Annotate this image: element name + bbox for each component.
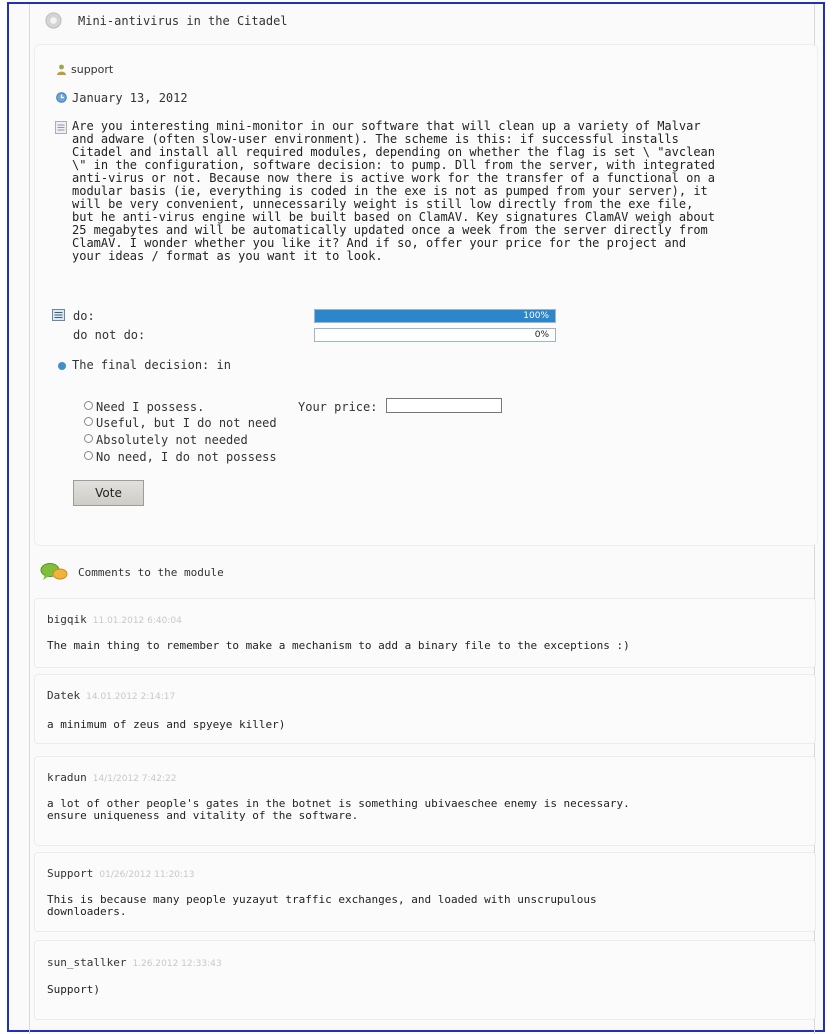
left-rule xyxy=(29,4,30,1034)
comments-heading: Comments to the module xyxy=(78,566,224,579)
comment-author[interactable]: sun_stallker xyxy=(47,956,126,969)
comment-date: 11.01.2012 6:40:04 xyxy=(92,616,182,626)
comment-author[interactable]: kradun xyxy=(47,771,87,784)
comment-header: Support 01/26/2012 11:20:13 xyxy=(47,867,195,880)
comment-date: 01/26/2012 11:20:13 xyxy=(99,870,195,880)
poll-option-2[interactable]: Useful, but I do not need xyxy=(84,416,277,430)
comment-header: sun_stallker 1.26.2012 12:33:43 xyxy=(47,956,222,969)
comment-card: sun_stallker 1.26.2012 12:33:43 Support) xyxy=(34,940,816,1020)
comment-text: This is because many people yuzayut traf… xyxy=(47,893,597,918)
result-percent-do-not: 0% xyxy=(534,330,549,340)
result-label-do-not: do not do: xyxy=(73,328,146,342)
radio-option-2[interactable] xyxy=(84,417,93,426)
poll-option-1-label: Need I possess. xyxy=(96,400,205,414)
comment-author[interactable]: Support xyxy=(47,867,93,880)
comments-icon xyxy=(40,563,68,580)
comment-text: Support) xyxy=(47,983,100,996)
comment-text: a minimum of zeus and spyeye killer) xyxy=(47,718,286,731)
module-author[interactable]: support xyxy=(71,63,113,76)
bullet-icon xyxy=(58,362,66,370)
comment-text: The main thing to remember to make a mec… xyxy=(47,639,630,652)
price-label: Your price: xyxy=(298,400,378,414)
comment-card: bigqik 11.01.2012 6:40:04 The main thing … xyxy=(34,598,816,668)
result-bar-do-not: 0% xyxy=(314,328,556,342)
result-bar-do: 100% xyxy=(314,309,556,323)
module-description: Are you interesting mini-monitor in our … xyxy=(72,119,715,263)
radio-option-1[interactable] xyxy=(84,401,93,410)
comment-text: a lot of other people's gates in the bot… xyxy=(47,797,630,822)
clock-icon xyxy=(56,92,67,103)
result-percent-do: 100% xyxy=(523,311,549,321)
poll-option-3[interactable]: Absolutely not needed xyxy=(84,433,248,447)
comment-date: 14.01.2012 2:14:17 xyxy=(86,692,176,702)
comment-date: 14/1/2012 7:42:22 xyxy=(92,774,177,784)
list-icon xyxy=(52,309,65,321)
comment-author[interactable]: bigqik xyxy=(47,613,87,626)
poll-option-4[interactable]: No need, I do not possess xyxy=(84,450,277,464)
comment-header: kradun 14/1/2012 7:42:22 xyxy=(47,771,176,784)
poll-option-2-label: Useful, but I do not need xyxy=(96,416,277,430)
module-title: Mini-antivirus in the Citadel xyxy=(78,14,288,28)
comment-header: Datek 14.01.2012 2:14:17 xyxy=(47,689,175,702)
poll-option-3-label: Absolutely not needed xyxy=(96,433,248,447)
final-decision-label: The final decision: in xyxy=(72,358,231,372)
document-icon xyxy=(55,121,67,134)
comment-header: bigqik 11.01.2012 6:40:04 xyxy=(47,613,182,626)
comment-card: kradun 14/1/2012 7:42:22 a lot of other p… xyxy=(34,756,816,846)
result-label-do: do: xyxy=(73,309,95,323)
comment-date: 1.26.2012 12:33:43 xyxy=(132,959,222,969)
gear-icon xyxy=(45,12,62,29)
poll-option-1[interactable]: Need I possess. xyxy=(84,400,204,414)
comment-author[interactable]: Datek xyxy=(47,689,80,702)
comment-card: Datek 14.01.2012 2:14:17 a minimum of zeu… xyxy=(34,674,816,744)
vote-button[interactable]: Vote xyxy=(73,480,144,506)
module-date: January 13, 2012 xyxy=(72,91,188,105)
user-icon xyxy=(57,64,66,75)
radio-option-3[interactable] xyxy=(84,434,93,443)
poll-option-4-label: No need, I do not possess xyxy=(96,450,277,464)
comment-card: Support 01/26/2012 11:20:13 This is becau… xyxy=(34,852,816,932)
result-bar-do-fill xyxy=(315,310,555,322)
price-input[interactable] xyxy=(386,398,502,413)
radio-option-4[interactable] xyxy=(84,451,93,460)
